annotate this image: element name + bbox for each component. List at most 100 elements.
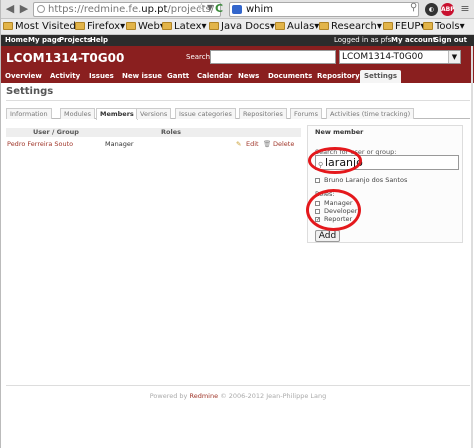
folder-icon bbox=[275, 22, 285, 30]
web-search-icon[interactable]: ⚲ bbox=[410, 2, 417, 13]
adblock-icon[interactable]: ABP bbox=[441, 3, 455, 16]
member-name-link[interactable]: Pedro Ferreira Souto bbox=[7, 139, 73, 149]
folder-icon bbox=[423, 22, 433, 30]
tab-issues[interactable]: Issues bbox=[89, 70, 114, 83]
project-header: LCOM1314-T0G00 Search: LCOM1314-T0G00 ▼ … bbox=[1, 46, 474, 83]
redmine-link[interactable]: Redmine bbox=[190, 392, 219, 400]
subtab-repositories[interactable]: Repositories bbox=[239, 108, 287, 119]
edit-link[interactable]: Edit bbox=[246, 139, 259, 149]
tab-news[interactable]: News bbox=[238, 70, 259, 83]
role-developer-checkbox[interactable] bbox=[315, 209, 320, 214]
subtab-forums[interactable]: Forums bbox=[290, 108, 322, 119]
tab-repository[interactable]: Repository bbox=[317, 70, 360, 83]
trash-icon[interactable]: 🗑 bbox=[263, 139, 271, 149]
tab-gantt[interactable]: Gantt bbox=[167, 70, 189, 83]
main-content: Settings Information Modules Members Ver… bbox=[1, 83, 474, 448]
page-scrollbar[interactable] bbox=[471, 46, 473, 448]
tab-new-issue[interactable]: New issue bbox=[122, 70, 162, 83]
bookmark-aulas[interactable]: Aulas▾ bbox=[275, 20, 319, 34]
role-developer-label: Developer bbox=[324, 207, 358, 215]
role-manager-label: Manager bbox=[324, 199, 353, 207]
delete-link[interactable]: Delete bbox=[273, 139, 294, 149]
folder-icon bbox=[209, 22, 219, 30]
new-member-title: New member bbox=[315, 128, 364, 136]
search-engine-icon[interactable] bbox=[232, 5, 242, 14]
roles-label: Roles: bbox=[315, 190, 335, 198]
subtab-issue-categories[interactable]: Issue categories bbox=[175, 108, 236, 119]
header-search-label: Search: bbox=[186, 53, 213, 61]
logged-in-text: Logged in as pfs bbox=[334, 36, 392, 44]
bookmark-latex[interactable]: Latex▾ bbox=[162, 20, 207, 34]
top-menu-my-page[interactable]: My page bbox=[28, 35, 61, 46]
extension-mask-icon[interactable]: ◐ bbox=[425, 3, 438, 16]
tab-activity[interactable]: Activity bbox=[50, 70, 80, 83]
bookmark-most-visited[interactable]: Most Visited▾ bbox=[3, 20, 81, 34]
url-prefix: https://redmine.fe. bbox=[48, 4, 142, 15]
search-icon: ⚲ bbox=[318, 161, 324, 169]
bookmark-tools[interactable]: Tools▾ bbox=[423, 20, 465, 34]
footer-divider bbox=[6, 385, 470, 386]
subtab-members[interactable]: Members bbox=[96, 108, 138, 120]
footer: Powered by Redmine © 2006-2012 Jean-Phil… bbox=[1, 392, 474, 400]
column-roles: Roles bbox=[161, 128, 181, 136]
candidate-checkbox[interactable] bbox=[315, 178, 320, 183]
web-search-value: whim bbox=[246, 4, 274, 15]
tab-documents[interactable]: Documents bbox=[268, 70, 312, 83]
members-table-header: User / Group Roles bbox=[6, 128, 301, 137]
title-divider bbox=[6, 100, 470, 101]
folder-icon bbox=[3, 22, 13, 30]
member-search-input[interactable]: ⚲ laranjo bbox=[315, 155, 459, 170]
role-reporter-checkbox[interactable]: ✓ bbox=[315, 217, 320, 223]
url-dropdown-icon[interactable]: ▼ bbox=[207, 3, 213, 12]
chevron-down-icon: ▼ bbox=[448, 51, 460, 63]
role-manager-checkbox[interactable] bbox=[315, 201, 320, 206]
footer-powered-by: Powered by bbox=[149, 392, 188, 400]
url-field[interactable]: https://redmine.fe.up.pt/projects/ bbox=[33, 2, 221, 17]
folder-icon bbox=[75, 22, 85, 30]
folder-icon bbox=[319, 22, 329, 30]
top-menu-home[interactable]: Home bbox=[5, 35, 28, 46]
settings-subtabs: Information Modules Members Versions Iss… bbox=[6, 108, 470, 120]
candidate-label: Bruno Laranjo dos Santos bbox=[324, 176, 408, 184]
member-role: Manager bbox=[105, 140, 134, 148]
my-account-link[interactable]: My account bbox=[391, 35, 436, 46]
bookmark-web[interactable]: Web▾ bbox=[126, 20, 165, 34]
folder-icon bbox=[126, 22, 136, 30]
bookmarks-toolbar: Most Visited▾ Firefox▾ Web▾ Latex▾ Java … bbox=[1, 19, 474, 35]
bookmark-research[interactable]: Research▾ bbox=[319, 20, 382, 34]
project-jump-select[interactable]: LCOM1314-T0G00 ▼ bbox=[339, 50, 461, 64]
folder-icon bbox=[383, 22, 393, 30]
page-title: Settings bbox=[6, 86, 54, 97]
web-search-field[interactable]: whim bbox=[229, 2, 419, 17]
sign-out-link[interactable]: Sign out bbox=[434, 35, 467, 46]
subtab-information[interactable]: Information bbox=[6, 108, 52, 119]
subtab-versions[interactable]: Versions bbox=[136, 108, 172, 119]
browser-window: ◀ ▶ https://redmine.fe.up.pt/projects/ ☆… bbox=[0, 0, 474, 448]
add-member-button[interactable]: Add bbox=[315, 230, 340, 242]
reload-icon[interactable]: C bbox=[215, 2, 223, 15]
tab-overview[interactable]: Overview bbox=[5, 70, 42, 83]
bookmark-feup[interactable]: FEUP▾ bbox=[383, 20, 425, 34]
tab-calendar[interactable]: Calendar bbox=[197, 70, 232, 83]
edit-icon[interactable]: ✎ bbox=[236, 139, 241, 149]
new-member-panel: New member Search for user or group: ⚲ l… bbox=[307, 125, 463, 243]
bookmark-star-icon[interactable]: ☆ bbox=[197, 2, 206, 13]
bookmark-firefox[interactable]: Firefox▾ bbox=[75, 20, 125, 34]
project-jump-value: LCOM1314-T0G00 bbox=[342, 52, 424, 62]
redmine-top-menu: Home My page Projects Help Logged in as … bbox=[1, 35, 474, 46]
address-bar-row: ◀ ▶ https://redmine.fe.up.pt/projects/ ☆… bbox=[1, 0, 474, 19]
menu-icon[interactable]: ≡ bbox=[458, 2, 472, 16]
header-search-input[interactable] bbox=[210, 50, 336, 64]
back-icon[interactable]: ◀ bbox=[3, 2, 17, 16]
table-row: Pedro Ferreira Souto Manager ✎ Edit 🗑 De… bbox=[6, 139, 301, 149]
site-identity-icon[interactable] bbox=[37, 5, 45, 13]
top-menu-help[interactable]: Help bbox=[90, 35, 108, 46]
subtab-modules[interactable]: Modules bbox=[60, 108, 96, 119]
column-user-group: User / Group bbox=[33, 128, 79, 136]
bookmark-java-docs[interactable]: Java Docs▾ bbox=[209, 20, 275, 34]
forward-icon[interactable]: ▶ bbox=[17, 2, 31, 16]
footer-copyright: © 2006-2012 Jean-Philippe Lang bbox=[220, 392, 327, 400]
tab-settings[interactable]: Settings bbox=[360, 70, 402, 83]
subtab-activities[interactable]: Activities (time tracking) bbox=[326, 108, 415, 119]
top-menu-projects[interactable]: Projects bbox=[59, 35, 91, 46]
